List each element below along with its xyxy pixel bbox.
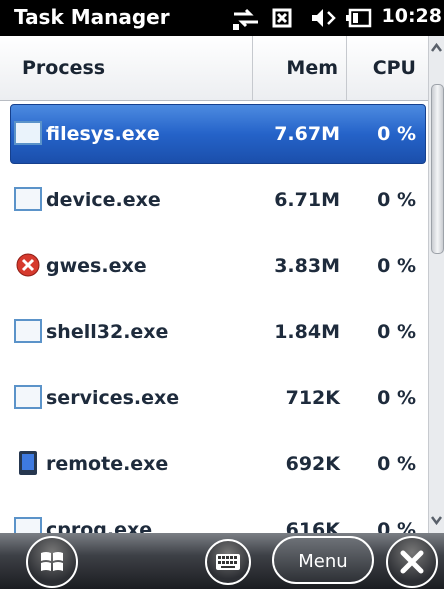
process-name: device.exe: [46, 189, 161, 211]
process-name: filesys.exe: [46, 123, 160, 145]
window-icon: [14, 319, 42, 343]
window-icon: [14, 121, 42, 145]
process-mem: 616K: [285, 519, 340, 533]
process-mem: 3.83M: [274, 255, 340, 277]
app-title: Task Manager: [14, 5, 170, 29]
close-icon: [400, 550, 424, 574]
scroll-up-icon[interactable]: [430, 40, 443, 56]
process-name: services.exe: [46, 387, 180, 409]
process-row[interactable]: shell32.exe 1.84M 0 %: [0, 299, 428, 365]
error-icon: [16, 253, 40, 277]
signal-off-icon[interactable]: [268, 4, 302, 32]
menu-button[interactable]: Menu: [272, 536, 374, 584]
window-icon: [14, 385, 42, 409]
vertical-scrollbar[interactable]: [428, 36, 444, 533]
connectivity-icon[interactable]: [230, 4, 262, 32]
column-divider[interactable]: [346, 36, 347, 100]
clock-time[interactable]: 10:28: [382, 5, 442, 27]
status-bar: Task Manager 10:28: [0, 0, 444, 36]
process-list: filesys.exe 7.67M 0 % device.exe 6.71M 0…: [0, 101, 428, 533]
keyboard-button[interactable]: [205, 539, 251, 585]
process-name: remote.exe: [46, 453, 169, 475]
process-mem: 7.67M: [274, 123, 340, 145]
column-header-mem[interactable]: Mem: [284, 36, 338, 100]
scrollbar-thumb[interactable]: [431, 84, 444, 254]
column-header-row: Process Mem CPU: [0, 36, 428, 101]
process-mem: 712K: [285, 387, 340, 409]
windows-logo-icon: [41, 552, 63, 571]
window-icon: [14, 187, 42, 211]
process-cpu: 0 %: [377, 255, 416, 277]
process-cpu: 0 %: [377, 453, 416, 475]
column-header-cpu[interactable]: CPU: [356, 36, 416, 100]
process-row[interactable]: cprog.exe 616K 0 %: [0, 497, 428, 533]
process-row[interactable]: services.exe 712K 0 %: [0, 365, 428, 431]
column-divider[interactable]: [252, 36, 253, 100]
column-header-process[interactable]: Process: [22, 36, 105, 100]
process-mem: 6.71M: [274, 189, 340, 211]
process-name: gwes.exe: [46, 255, 147, 277]
battery-icon[interactable]: [344, 4, 374, 32]
process-cpu: 0 %: [377, 387, 416, 409]
start-button[interactable]: [26, 536, 78, 588]
process-cpu: 0 %: [377, 321, 416, 343]
close-button[interactable]: [386, 536, 438, 588]
process-name: shell32.exe: [46, 321, 169, 343]
process-row[interactable]: filesys.exe 7.67M 0 %: [0, 101, 428, 167]
process-mem: 1.84M: [274, 321, 340, 343]
process-mem: 692K: [285, 453, 340, 475]
keyboard-icon: [216, 554, 240, 570]
process-row[interactable]: remote.exe 692K 0 %: [0, 431, 428, 497]
process-name: cprog.exe: [46, 519, 153, 533]
scroll-down-icon[interactable]: [430, 512, 443, 528]
device-icon: [19, 451, 37, 475]
process-cpu: 0 %: [377, 189, 416, 211]
process-row[interactable]: gwes.exe 3.83M 0 %: [0, 233, 428, 299]
process-row[interactable]: device.exe 6.71M 0 %: [0, 167, 428, 233]
process-cpu: 0 %: [377, 519, 416, 533]
volume-icon[interactable]: [308, 4, 338, 32]
process-cpu: 0 %: [377, 123, 416, 145]
window-icon: [14, 517, 42, 533]
